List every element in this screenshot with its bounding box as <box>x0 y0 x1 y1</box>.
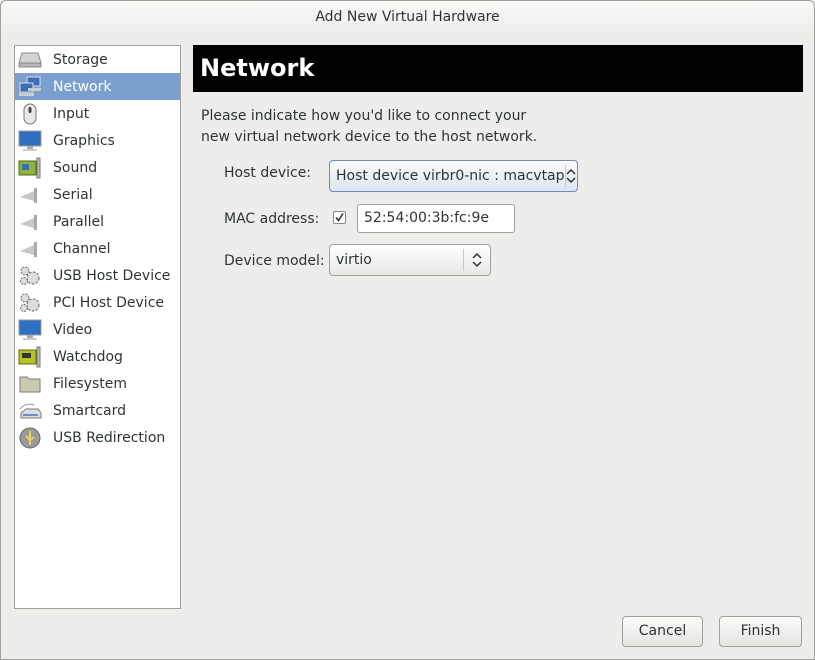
parallel-port-icon <box>17 210 43 234</box>
title-bar: Add New Virtual Hardware <box>1 1 814 35</box>
usb-host-gears-icon <box>17 264 43 288</box>
device-model-value: virtio <box>336 252 372 268</box>
sidebar-item-video[interactable]: Video <box>15 316 180 343</box>
watchdog-card-icon <box>17 345 43 369</box>
sidebar-item-filesystem[interactable]: Filesystem <box>15 370 180 397</box>
hard-drive-icon <box>17 48 43 72</box>
checkmark-icon <box>335 213 344 222</box>
channel-icon <box>17 237 43 261</box>
network-icon <box>17 75 43 99</box>
add-hardware-dialog: Add New Virtual Hardware Storage Network… <box>0 0 815 660</box>
sidebar-item-usb-host-device[interactable]: USB Host Device <box>15 262 180 289</box>
description-line-1: Please indicate how you'd like to connec… <box>201 108 527 124</box>
updown-chevron-icon <box>565 168 577 184</box>
host-device-select[interactable]: Host device virbr0-nic : macvtap <box>329 160 578 192</box>
mac-address-checkbox[interactable] <box>333 211 346 224</box>
page-title: Network <box>193 45 803 92</box>
description: Please indicate how you'd like to connec… <box>201 106 601 148</box>
description-line-2: new virtual network device to the host n… <box>201 129 538 145</box>
sidebar-item-usb-redirection[interactable]: USB Redirection <box>15 424 180 451</box>
sidebar-item-input[interactable]: Input <box>15 100 180 127</box>
hardware-type-list[interactable]: Storage Network Input Graphics Sound Ser… <box>14 45 181 609</box>
sidebar-item-network[interactable]: Network <box>15 73 180 100</box>
sidebar-item-storage[interactable]: Storage <box>15 46 180 73</box>
sidebar-item-channel[interactable]: Channel <box>15 235 180 262</box>
host-device-label: Host device: <box>224 165 312 181</box>
sidebar-item-watchdog[interactable]: Watchdog <box>15 343 180 370</box>
window-title: Add New Virtual Hardware <box>315 9 500 25</box>
sound-card-icon <box>17 156 43 180</box>
sidebar-item-parallel[interactable]: Parallel <box>15 208 180 235</box>
sidebar-item-smartcard[interactable]: Smartcard <box>15 397 180 424</box>
folder-icon <box>17 372 43 396</box>
host-device-value: Host device virbr0-nic : macvtap <box>336 168 565 184</box>
smartcard-reader-icon <box>17 399 43 423</box>
device-model-label: Device model: <box>224 253 325 269</box>
serial-port-icon <box>17 183 43 207</box>
sidebar-item-graphics[interactable]: Graphics <box>15 127 180 154</box>
pci-host-gears-icon <box>17 291 43 315</box>
usb-redirection-icon <box>17 426 43 450</box>
device-model-select[interactable]: virtio <box>329 244 491 276</box>
sidebar-item-serial[interactable]: Serial <box>15 181 180 208</box>
cancel-button[interactable]: Cancel <box>622 616 703 647</box>
updown-chevron-icon <box>464 252 490 268</box>
sidebar-item-pci-host-device[interactable]: PCI Host Device <box>15 289 180 316</box>
mouse-icon <box>17 102 43 126</box>
finish-button[interactable]: Finish <box>719 616 802 647</box>
mac-address-input[interactable]: 52:54:00:3b:fc:9e <box>357 204 515 233</box>
sidebar-item-sound[interactable]: Sound <box>15 154 180 181</box>
video-monitor-icon <box>17 318 43 342</box>
monitor-icon <box>17 129 43 153</box>
mac-address-label: MAC address: <box>224 211 320 227</box>
